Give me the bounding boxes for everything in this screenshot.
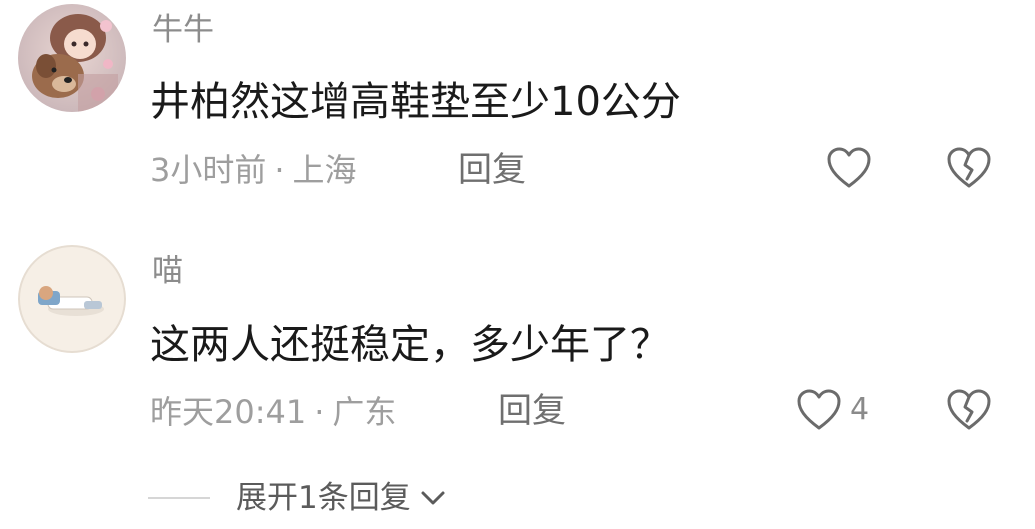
comment-meta: 昨天20:41 · 广东: [150, 396, 396, 428]
comment-username[interactable]: 喵: [152, 256, 183, 287]
divider: [148, 497, 210, 499]
avatar[interactable]: [18, 4, 126, 112]
reply-button[interactable]: 回复: [498, 394, 566, 428]
comment-text: 这两人还挺稳定，多少年了？: [150, 322, 670, 368]
expand-replies-button[interactable]: 展开1条回复: [148, 478, 447, 518]
comment-time: 3小时前: [150, 151, 267, 189]
comment-location: 上海: [292, 151, 357, 189]
reply-button[interactable]: 回复: [458, 153, 526, 187]
comment-location: 广东: [332, 393, 397, 431]
heart-outline-icon: [797, 389, 841, 430]
dislike-button[interactable]: [946, 388, 992, 436]
chevron-down-icon: [421, 491, 445, 505]
like-count: 4: [850, 392, 870, 427]
meta-separator: ·: [314, 393, 325, 431]
expand-replies-label: 展开1条回复: [236, 479, 411, 516]
like-button[interactable]: 4: [796, 388, 869, 432]
dislike-button[interactable]: [946, 146, 992, 194]
heart-outline-icon: [827, 147, 871, 188]
avatar[interactable]: [18, 245, 126, 353]
comment-time: 昨天20:41: [150, 393, 307, 431]
comment-meta: 3小时前 · 上海: [150, 154, 357, 186]
like-button[interactable]: [826, 146, 880, 190]
meta-separator: ·: [274, 151, 285, 189]
comment-username[interactable]: 牛牛: [152, 15, 214, 46]
broken-heart-icon: [947, 147, 991, 188]
broken-heart-icon: [947, 389, 991, 430]
comment-text: 井柏然这增高鞋垫至少10公分: [150, 79, 681, 125]
